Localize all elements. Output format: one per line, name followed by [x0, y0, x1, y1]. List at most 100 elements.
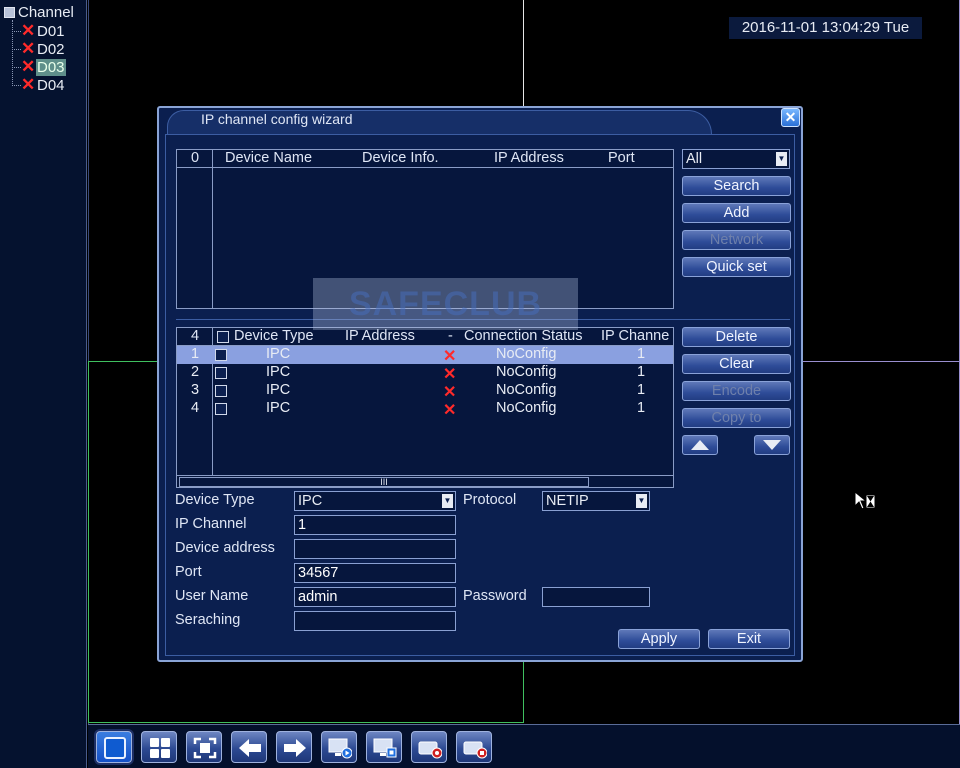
password-label: Password — [463, 588, 527, 604]
disconnected-icon: ✕ — [443, 402, 457, 419]
next-icon — [284, 739, 306, 757]
disconnected-icon: ✕ — [21, 75, 36, 94]
network-button[interactable]: Network — [682, 230, 791, 250]
clear-button[interactable]: Clear — [682, 354, 791, 374]
ip-channel-wizard-dialog: IP channel config wizard ✕ 0 Device Name… — [157, 106, 803, 662]
single-view-button[interactable] — [96, 731, 132, 763]
arrow-up-icon — [691, 440, 709, 450]
monitor-settings-button[interactable] — [366, 731, 402, 763]
tree-item-label: D03 — [36, 58, 66, 76]
col-device-name[interactable]: Device Name — [225, 150, 312, 166]
channel-count: 4 — [191, 328, 200, 344]
col-dash[interactable]: - — [448, 328, 453, 344]
dialog-titlebar[interactable]: IP channel config wizard ✕ — [159, 108, 801, 134]
tree-item-d01[interactable]: ✕ D01 — [12, 22, 66, 40]
channel-tree-root-label: Channel — [18, 4, 74, 21]
quick-set-button[interactable]: Quick set — [682, 257, 791, 277]
fullscreen-button[interactable] — [186, 731, 222, 763]
device-address-label: Device address — [175, 540, 275, 556]
col-device-type[interactable]: Device Type — [234, 328, 314, 344]
table-row[interactable]: 2 IPC ✕ NoConfig 1 — [177, 364, 673, 383]
chevron-down-icon: ▼ — [776, 152, 787, 166]
move-up-button[interactable] — [682, 435, 718, 455]
delete-button[interactable]: Delete — [682, 327, 791, 347]
result-count: 0 — [191, 150, 200, 166]
search-results-header: 0 Device Name Device Info. IP Address Po… — [177, 150, 673, 168]
col-ip-address[interactable]: IP Address — [494, 150, 564, 166]
disconnected-icon: ✕ — [443, 366, 457, 383]
protocol-label: Protocol — [463, 492, 517, 508]
disconnected-icon: ✕ — [443, 384, 457, 401]
next-button[interactable] — [276, 731, 312, 763]
ip-channel-list[interactable]: 4 Device Type IP Address - Connection St… — [176, 327, 674, 488]
channel-tree-root[interactable]: Channel — [4, 4, 74, 21]
video-pane-divider-h — [88, 361, 157, 362]
ip-channel-field[interactable]: 1 — [294, 515, 456, 535]
select-all-checkbox[interactable] — [217, 331, 229, 343]
exit-button[interactable]: Exit — [708, 629, 790, 649]
tree-collapse-icon[interactable] — [4, 7, 15, 18]
record-button[interactable] — [411, 731, 447, 763]
col-port[interactable]: Port — [608, 150, 635, 166]
col-ip-channel[interactable]: IP Channe — [601, 328, 669, 344]
quad-view-icon — [150, 738, 170, 758]
searching-label: Seraching — [175, 612, 241, 628]
channel-list-header: 4 Device Type IP Address - Connection St… — [177, 328, 673, 346]
copy-to-button[interactable]: Copy to — [682, 408, 791, 428]
table-row[interactable]: 4 IPC ✕ NoConfig 1 — [177, 400, 673, 419]
password-field[interactable] — [542, 587, 650, 607]
col-device-info[interactable]: Device Info. — [362, 150, 439, 166]
move-down-button[interactable] — [754, 435, 790, 455]
previous-button[interactable] — [231, 731, 267, 763]
timestamp: 2016-11-01 13:04:29 Tue — [729, 17, 922, 39]
busy-cursor-icon — [854, 491, 876, 510]
horizontal-scrollbar[interactable]: III — [177, 475, 673, 487]
chevron-down-icon: ▼ — [442, 494, 453, 508]
protocol-select[interactable]: NETIP ▼ — [542, 491, 650, 511]
video-pane-divider-v — [523, 662, 524, 723]
row-checkbox[interactable] — [215, 385, 227, 397]
previous-icon — [239, 739, 261, 757]
tree-item-d04[interactable]: ✕ D04 — [12, 76, 66, 94]
scrollbar-thumb[interactable]: III — [179, 477, 589, 487]
disconnected-icon: ✕ — [21, 57, 36, 76]
row-checkbox[interactable] — [215, 349, 227, 361]
apply-button[interactable]: Apply — [618, 629, 700, 649]
table-row[interactable]: 1 IPC ✕ NoConfig 1 — [177, 346, 673, 365]
stop-record-button[interactable] — [456, 731, 492, 763]
monitor-play-button[interactable] — [321, 731, 357, 763]
device-filter-select[interactable]: All ▼ — [682, 149, 790, 169]
user-name-field[interactable]: admin — [294, 587, 456, 607]
encode-button[interactable]: Encode — [682, 381, 791, 401]
port-label: Port — [175, 564, 202, 580]
row-checkbox[interactable] — [215, 403, 227, 415]
record-icon — [418, 741, 442, 759]
port-field[interactable]: 34567 — [294, 563, 456, 583]
taskbar — [88, 724, 960, 768]
ip-channel-label: IP Channel — [175, 516, 247, 532]
tree-item-d02[interactable]: ✕ D02 — [12, 40, 66, 58]
disconnected-icon: ✕ — [443, 348, 457, 365]
monitor-settings-icon — [373, 738, 397, 758]
search-button[interactable]: Search — [682, 176, 791, 196]
col-connection-status[interactable]: Connection Status — [464, 328, 583, 344]
watermark: SAFECLUB — [313, 278, 578, 330]
device-address-field[interactable] — [294, 539, 456, 559]
stop-record-icon — [463, 741, 487, 759]
single-view-icon — [104, 737, 126, 759]
tree-item-d03[interactable]: ✕ D03 — [12, 58, 66, 76]
col-ip-address[interactable]: IP Address — [345, 328, 415, 344]
device-type-select[interactable]: IPC ▼ — [294, 491, 456, 511]
dialog-title: IP channel config wizard — [201, 111, 353, 127]
fullscreen-icon — [193, 737, 217, 759]
monitor-play-icon — [328, 738, 352, 759]
table-row[interactable]: 3 IPC ✕ NoConfig 1 — [177, 382, 673, 401]
quad-view-button[interactable] — [141, 731, 177, 763]
chevron-down-icon: ▼ — [636, 494, 647, 508]
close-icon[interactable]: ✕ — [781, 108, 800, 127]
row-checkbox[interactable] — [215, 367, 227, 379]
disconnected-icon: ✕ — [21, 21, 36, 40]
add-button[interactable]: Add — [682, 203, 791, 223]
video-pane-divider-v — [523, 0, 524, 106]
arrow-down-icon — [763, 440, 781, 450]
